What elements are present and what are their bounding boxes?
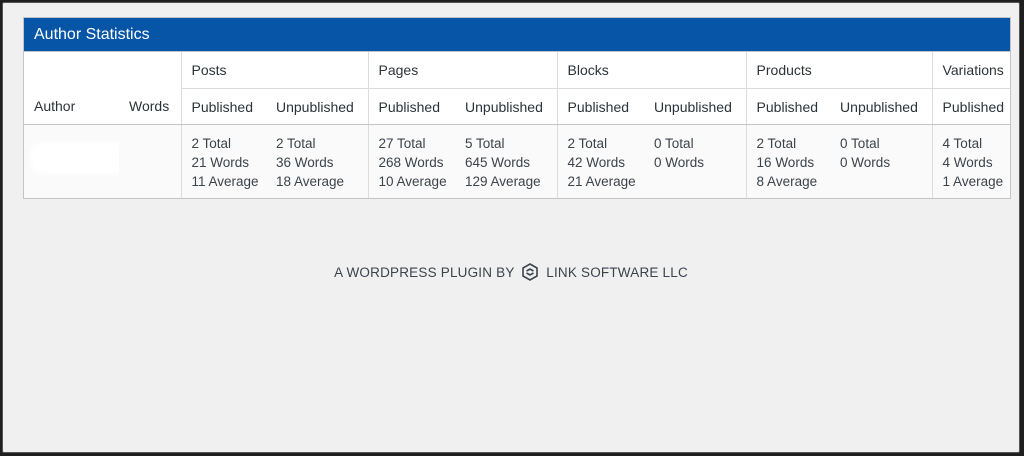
- stat-average: 1 Average: [942, 174, 1004, 189]
- column-header-pages-unpublished: Unpublished: [455, 88, 558, 125]
- author-statistics-panel: Author Statistics Posts Pages Blocks Pro…: [23, 17, 1011, 199]
- credit-prefix: A WORDPRESS PLUGIN BY: [334, 265, 515, 280]
- group-header-posts: Posts: [180, 52, 369, 89]
- group-header-variations: Variations: [931, 52, 1010, 89]
- stat-average: 21 Average: [567, 174, 636, 189]
- stat-words: 268 Words: [378, 155, 444, 170]
- table-row: 2 Total 21 Words 11 Average 2 Total 36 W…: [24, 124, 1010, 198]
- pages-unpublished-cell: 5 Total 645 Words 129 Average: [455, 124, 558, 198]
- stat-total: 0 Total: [840, 136, 880, 151]
- stat-words: 4 Words: [942, 155, 993, 170]
- author-cell: [24, 124, 162, 198]
- group-header-pages: Pages: [367, 52, 558, 89]
- stat-words: 36 Words: [276, 155, 334, 170]
- header-spacer: [119, 52, 181, 89]
- stat-total: 2 Total: [756, 136, 797, 151]
- stat-words: 42 Words: [567, 155, 626, 170]
- plugin-credit: A WORDPRESS PLUGIN BY LINK SOFTWARE LLC: [3, 263, 1019, 284]
- column-header-products-published: Published: [745, 88, 831, 125]
- group-header-blocks: Blocks: [556, 52, 747, 89]
- stat-total: 2 Total: [567, 136, 608, 151]
- stat-average: 10 Average: [378, 174, 447, 189]
- stat-words: 16 Words: [756, 155, 815, 170]
- stat-total: 27 Total: [378, 136, 426, 151]
- posts-unpublished-cell: 2 Total 36 Words 18 Average: [266, 124, 369, 198]
- blocks-published-cell: 2 Total 42 Words 21 Average: [556, 124, 645, 198]
- author-statistics-table: Posts Pages Blocks Products Variations A…: [24, 52, 1010, 198]
- column-header-posts-unpublished: Unpublished: [266, 88, 369, 125]
- stat-total: 0 Total: [654, 136, 694, 151]
- stat-words: 0 Words: [654, 155, 705, 170]
- products-unpublished-cell: 0 Total 0 Words: [830, 124, 933, 198]
- stat-words: 0 Words: [840, 155, 891, 170]
- admin-page: Author Statistics Posts Pages Blocks Pro…: [2, 2, 1020, 453]
- header-spacer: [24, 52, 119, 89]
- column-header-pages-published: Published: [367, 88, 456, 125]
- stat-average: 129 Average: [465, 174, 541, 189]
- column-header-posts-published: Published: [180, 88, 266, 125]
- pages-published-cell: 27 Total 268 Words 10 Average: [367, 124, 456, 198]
- products-published-cell: 2 Total 16 Words 8 Average: [745, 124, 831, 198]
- stat-total: 5 Total: [465, 136, 505, 151]
- blocks-unpublished-cell: 0 Total 0 Words: [644, 124, 747, 198]
- panel-title: Author Statistics: [24, 18, 1010, 52]
- column-header-words: Words: [119, 88, 181, 125]
- stat-words: 645 Words: [465, 155, 531, 170]
- column-header-blocks-unpublished: Unpublished: [644, 88, 747, 125]
- words-cell: [119, 124, 181, 198]
- stat-average: 18 Average: [276, 174, 345, 189]
- column-header-blocks-published: Published: [556, 88, 645, 125]
- variations-published-cell: 4 Total 4 Words 1 Average: [931, 124, 1010, 198]
- column-header-products-unpublished: Unpublished: [830, 88, 933, 125]
- link-software-link[interactable]: LINK SOFTWARE LLC: [546, 265, 688, 280]
- stat-total: 4 Total: [942, 136, 983, 151]
- stat-average: 11 Average: [191, 174, 259, 189]
- group-header-products: Products: [745, 52, 933, 89]
- stat-total: 2 Total: [276, 136, 316, 151]
- stat-average: 8 Average: [756, 174, 818, 189]
- column-header-author: Author: [24, 88, 119, 125]
- stat-total: 2 Total: [191, 136, 232, 151]
- stat-words: 21 Words: [191, 155, 250, 170]
- link-software-logo-icon: [521, 263, 539, 284]
- posts-published-cell: 2 Total 21 Words 11 Average: [180, 124, 266, 198]
- column-header-variations-published: Published: [931, 88, 1010, 125]
